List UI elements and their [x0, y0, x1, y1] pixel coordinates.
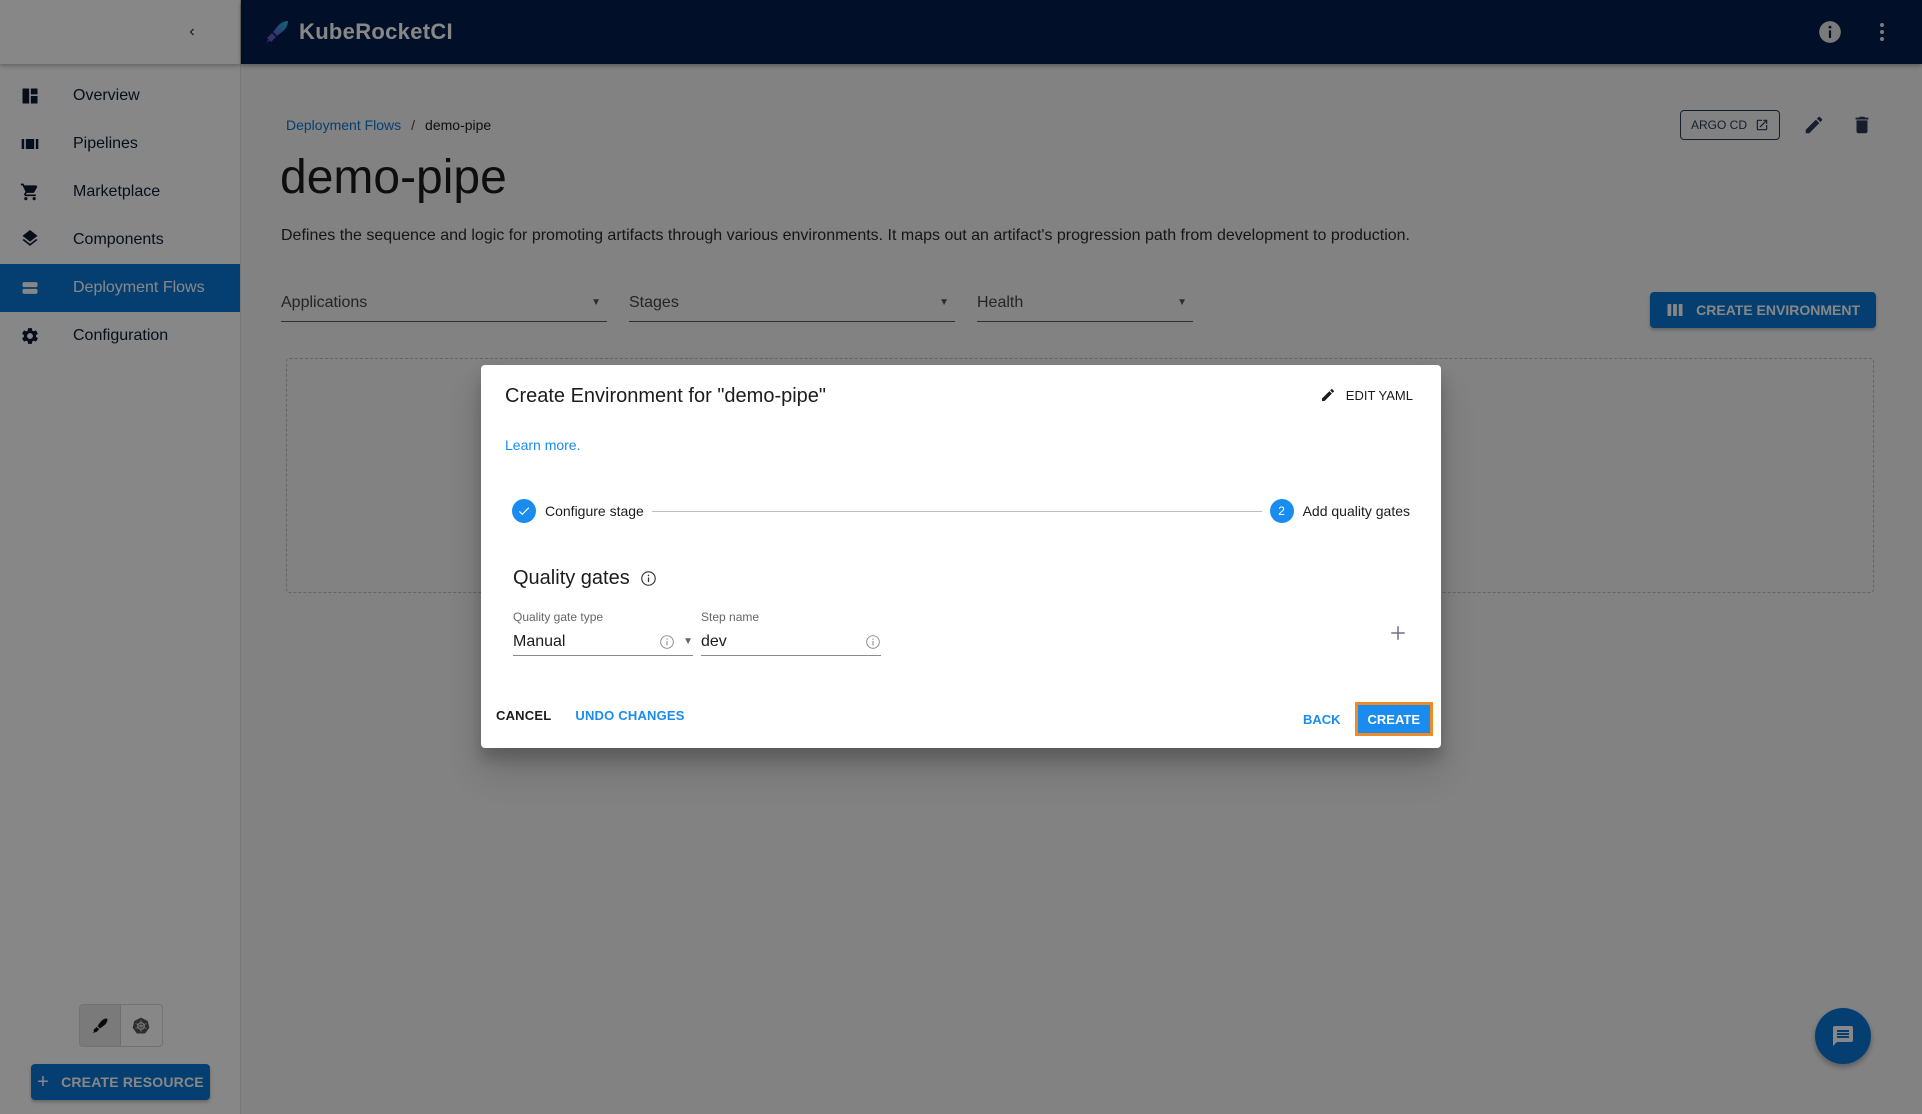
quality-gates-title: Quality gates	[513, 567, 630, 589]
edit-yaml-label: EDIT YAML	[1345, 387, 1413, 403]
add-quality-gate-button[interactable]	[1389, 623, 1407, 647]
dialog-title: Create Environment for "demo-pipe"	[505, 385, 827, 407]
collapse-sidebar-button[interactable]	[180, 20, 204, 44]
quality-gates-heading: Quality gates	[513, 567, 657, 590]
undo-changes-button[interactable]: UNDO CHANGES	[575, 708, 684, 723]
step-label: Add quality gates	[1302, 503, 1410, 519]
step-name-value: dev	[701, 632, 727, 650]
cancel-button[interactable]: CANCEL	[496, 708, 551, 723]
plus-icon	[1391, 626, 1405, 640]
info-outline-icon[interactable]	[865, 634, 881, 650]
step-add-quality-gates[interactable]: 2 Add quality gates	[1269, 499, 1410, 523]
step-name-label: Step name	[701, 610, 760, 624]
quality-gate-type-field: Quality gate type Manual ▼	[513, 610, 693, 656]
step-number: 2	[1269, 499, 1294, 523]
back-button[interactable]: BACK	[1303, 712, 1341, 727]
chevron-left-icon	[189, 28, 194, 36]
quality-gate-type-value: Manual	[513, 632, 566, 650]
info-outline-icon[interactable]	[640, 570, 657, 587]
check-icon	[512, 499, 536, 523]
sidebar-header	[0, 0, 240, 64]
info-outline-icon[interactable]	[659, 634, 675, 650]
dialog-footer-right: BACK CREATE	[1303, 702, 1433, 736]
quality-gate-type-label: Quality gate type	[513, 610, 604, 624]
stepper: Configure stage 2 Add quality gates	[512, 499, 1410, 523]
step-connector	[651, 510, 1262, 512]
step-name-input[interactable]: dev	[701, 628, 881, 656]
create-environment-dialog: Create Environment for "demo-pipe" EDIT …	[481, 365, 1441, 748]
pencil-icon	[1320, 387, 1336, 403]
caret-down-icon: ▼	[683, 636, 693, 647]
step-name-field: Step name dev	[701, 610, 881, 656]
edit-yaml-button[interactable]: EDIT YAML	[1320, 387, 1413, 403]
learn-more-link[interactable]: Learn more.	[505, 437, 580, 453]
quality-gate-type-select[interactable]: Manual ▼	[513, 628, 693, 656]
create-button[interactable]: CREATE	[1354, 702, 1433, 736]
dialog-footer-left: CANCEL UNDO CHANGES	[496, 708, 685, 723]
step-configure-stage[interactable]: Configure stage	[512, 499, 644, 523]
step-label: Configure stage	[545, 503, 644, 519]
